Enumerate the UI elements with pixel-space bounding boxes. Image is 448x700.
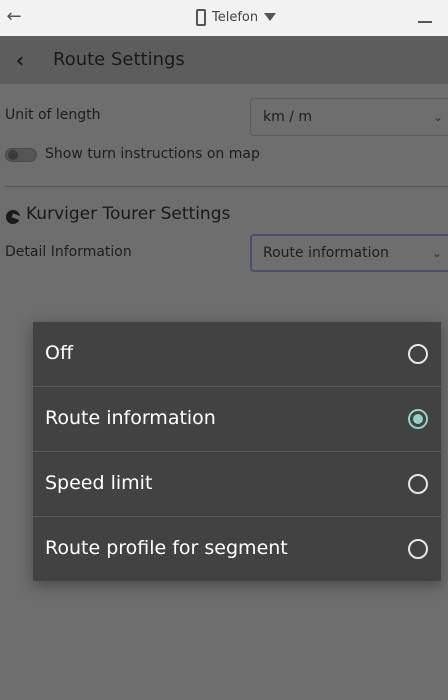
option-label: Route information bbox=[45, 407, 216, 429]
option-speed-limit[interactable]: Speed limit bbox=[33, 452, 441, 516]
option-label: Speed limit bbox=[45, 472, 153, 494]
unit-of-length-select[interactable]: km / m ⌄ bbox=[250, 98, 448, 136]
page-title: Route Settings bbox=[53, 49, 185, 70]
option-route-information[interactable]: Route information bbox=[33, 387, 441, 451]
device-selector[interactable]: Telefon bbox=[196, 6, 277, 28]
minimize-icon[interactable] bbox=[418, 21, 432, 23]
kurviger-logo-icon bbox=[6, 210, 20, 224]
chevron-down-icon: ⌄ bbox=[431, 246, 442, 260]
app-header: ‹ Route Settings bbox=[0, 36, 448, 84]
divider bbox=[5, 186, 448, 187]
detail-information-value: Route information bbox=[263, 245, 389, 261]
radio-unchecked-icon[interactable] bbox=[408, 474, 428, 494]
device-bar: ← Telefon bbox=[0, 0, 448, 36]
option-label: Off bbox=[45, 342, 74, 364]
toggle-knob bbox=[8, 150, 18, 160]
phone-icon bbox=[196, 8, 206, 26]
turn-instructions-label: Show turn instructions on map bbox=[45, 146, 260, 162]
turn-instructions-toggle[interactable] bbox=[5, 148, 37, 162]
option-off[interactable]: Off bbox=[33, 322, 441, 386]
unit-of-length-value: km / m bbox=[263, 109, 312, 125]
caret-down-icon bbox=[264, 13, 277, 21]
detail-information-select[interactable]: Route information ⌄ bbox=[250, 234, 448, 272]
detail-information-dialog: Off Route information Speed limit Route … bbox=[33, 322, 441, 581]
radio-checked-icon[interactable] bbox=[408, 409, 428, 429]
chevron-left-icon[interactable]: ‹ bbox=[8, 48, 32, 72]
detail-information-label: Detail Information bbox=[5, 244, 132, 260]
device-label: Telefon bbox=[212, 9, 259, 25]
option-route-profile[interactable]: Route profile for segment bbox=[33, 517, 441, 581]
chevron-down-icon: ⌄ bbox=[432, 110, 443, 124]
unit-of-length-label: Unit of length bbox=[5, 107, 101, 123]
option-label: Route profile for segment bbox=[45, 537, 288, 559]
radio-unchecked-icon[interactable] bbox=[408, 539, 428, 559]
section-title: Kurviger Tourer Settings bbox=[26, 204, 231, 224]
radio-unchecked-icon[interactable] bbox=[408, 344, 428, 364]
arrow-left-icon[interactable]: ← bbox=[4, 6, 24, 28]
